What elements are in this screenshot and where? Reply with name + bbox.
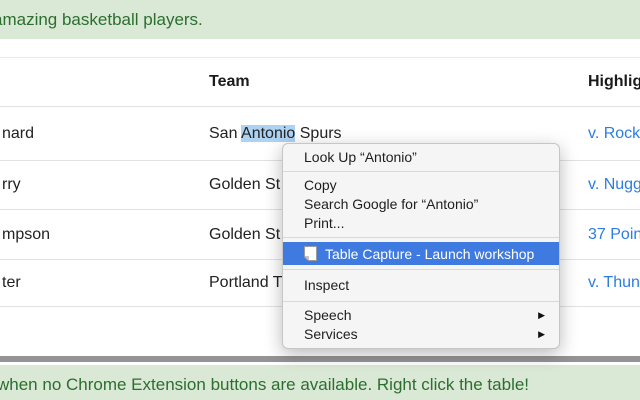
window-edge-strip (0, 356, 640, 362)
menu-item-look-up[interactable]: Look Up “Antonio” (283, 148, 559, 167)
player-name-cell: rry (2, 176, 21, 194)
menu-item-print[interactable]: Print... (283, 214, 559, 233)
menu-item-services-label: Services (304, 325, 358, 344)
page: amazing basketball players. Team Highlig… (0, 0, 640, 400)
menu-item-table-capture-label: Table Capture - Launch workshop (325, 246, 534, 262)
highlight-link[interactable]: v. Thun (588, 274, 640, 291)
menu-separator (283, 237, 559, 238)
context-menu: Look Up “Antonio” Copy Search Google for… (282, 143, 560, 349)
table-header-row: Team Highlig (0, 57, 640, 107)
highlight-link[interactable]: v. Nugg (588, 176, 640, 193)
player-name-cell: nard (2, 125, 34, 143)
player-name-cell: mpson (2, 226, 50, 244)
top-alert-text: amazing basketball players. (0, 10, 203, 30)
team-text-before: San (209, 125, 241, 142)
submenu-arrow-icon: ▶ (538, 325, 545, 344)
menu-separator (283, 301, 559, 302)
page-icon (304, 246, 317, 261)
team-cell: Portland T (209, 274, 283, 292)
highlight-link[interactable]: 37 Poin (588, 226, 640, 243)
selected-text: Antonio (241, 125, 295, 142)
menu-item-speech-label: Speech (304, 306, 351, 325)
column-header-highlights: Highlig (588, 73, 640, 91)
menu-item-inspect[interactable]: Inspect (283, 274, 559, 297)
team-cell: Golden St (209, 226, 280, 244)
menu-separator (283, 171, 559, 172)
menu-item-search-google[interactable]: Search Google for “Antonio” (283, 195, 559, 214)
team-cell: Golden St (209, 176, 280, 194)
submenu-arrow-icon: ▶ (538, 306, 545, 325)
bottom-alert-banner: when no Chrome Extension buttons are ava… (0, 365, 640, 400)
menu-item-copy[interactable]: Copy (283, 176, 559, 195)
team-text-after: Spurs (295, 125, 341, 142)
player-name-cell: ter (2, 274, 21, 292)
menu-item-speech[interactable]: Speech ▶ (283, 306, 559, 325)
highlight-link[interactable]: v. Rock (588, 125, 640, 142)
menu-item-table-capture[interactable]: Table Capture - Launch workshop (283, 242, 559, 265)
menu-item-services[interactable]: Services ▶ (283, 325, 559, 344)
team-cell: San Antonio Spurs (209, 125, 342, 143)
column-header-team: Team (209, 73, 250, 91)
top-alert-banner: amazing basketball players. (0, 0, 640, 39)
menu-separator (283, 269, 559, 270)
bottom-alert-text: when no Chrome Extension buttons are ava… (0, 375, 529, 395)
